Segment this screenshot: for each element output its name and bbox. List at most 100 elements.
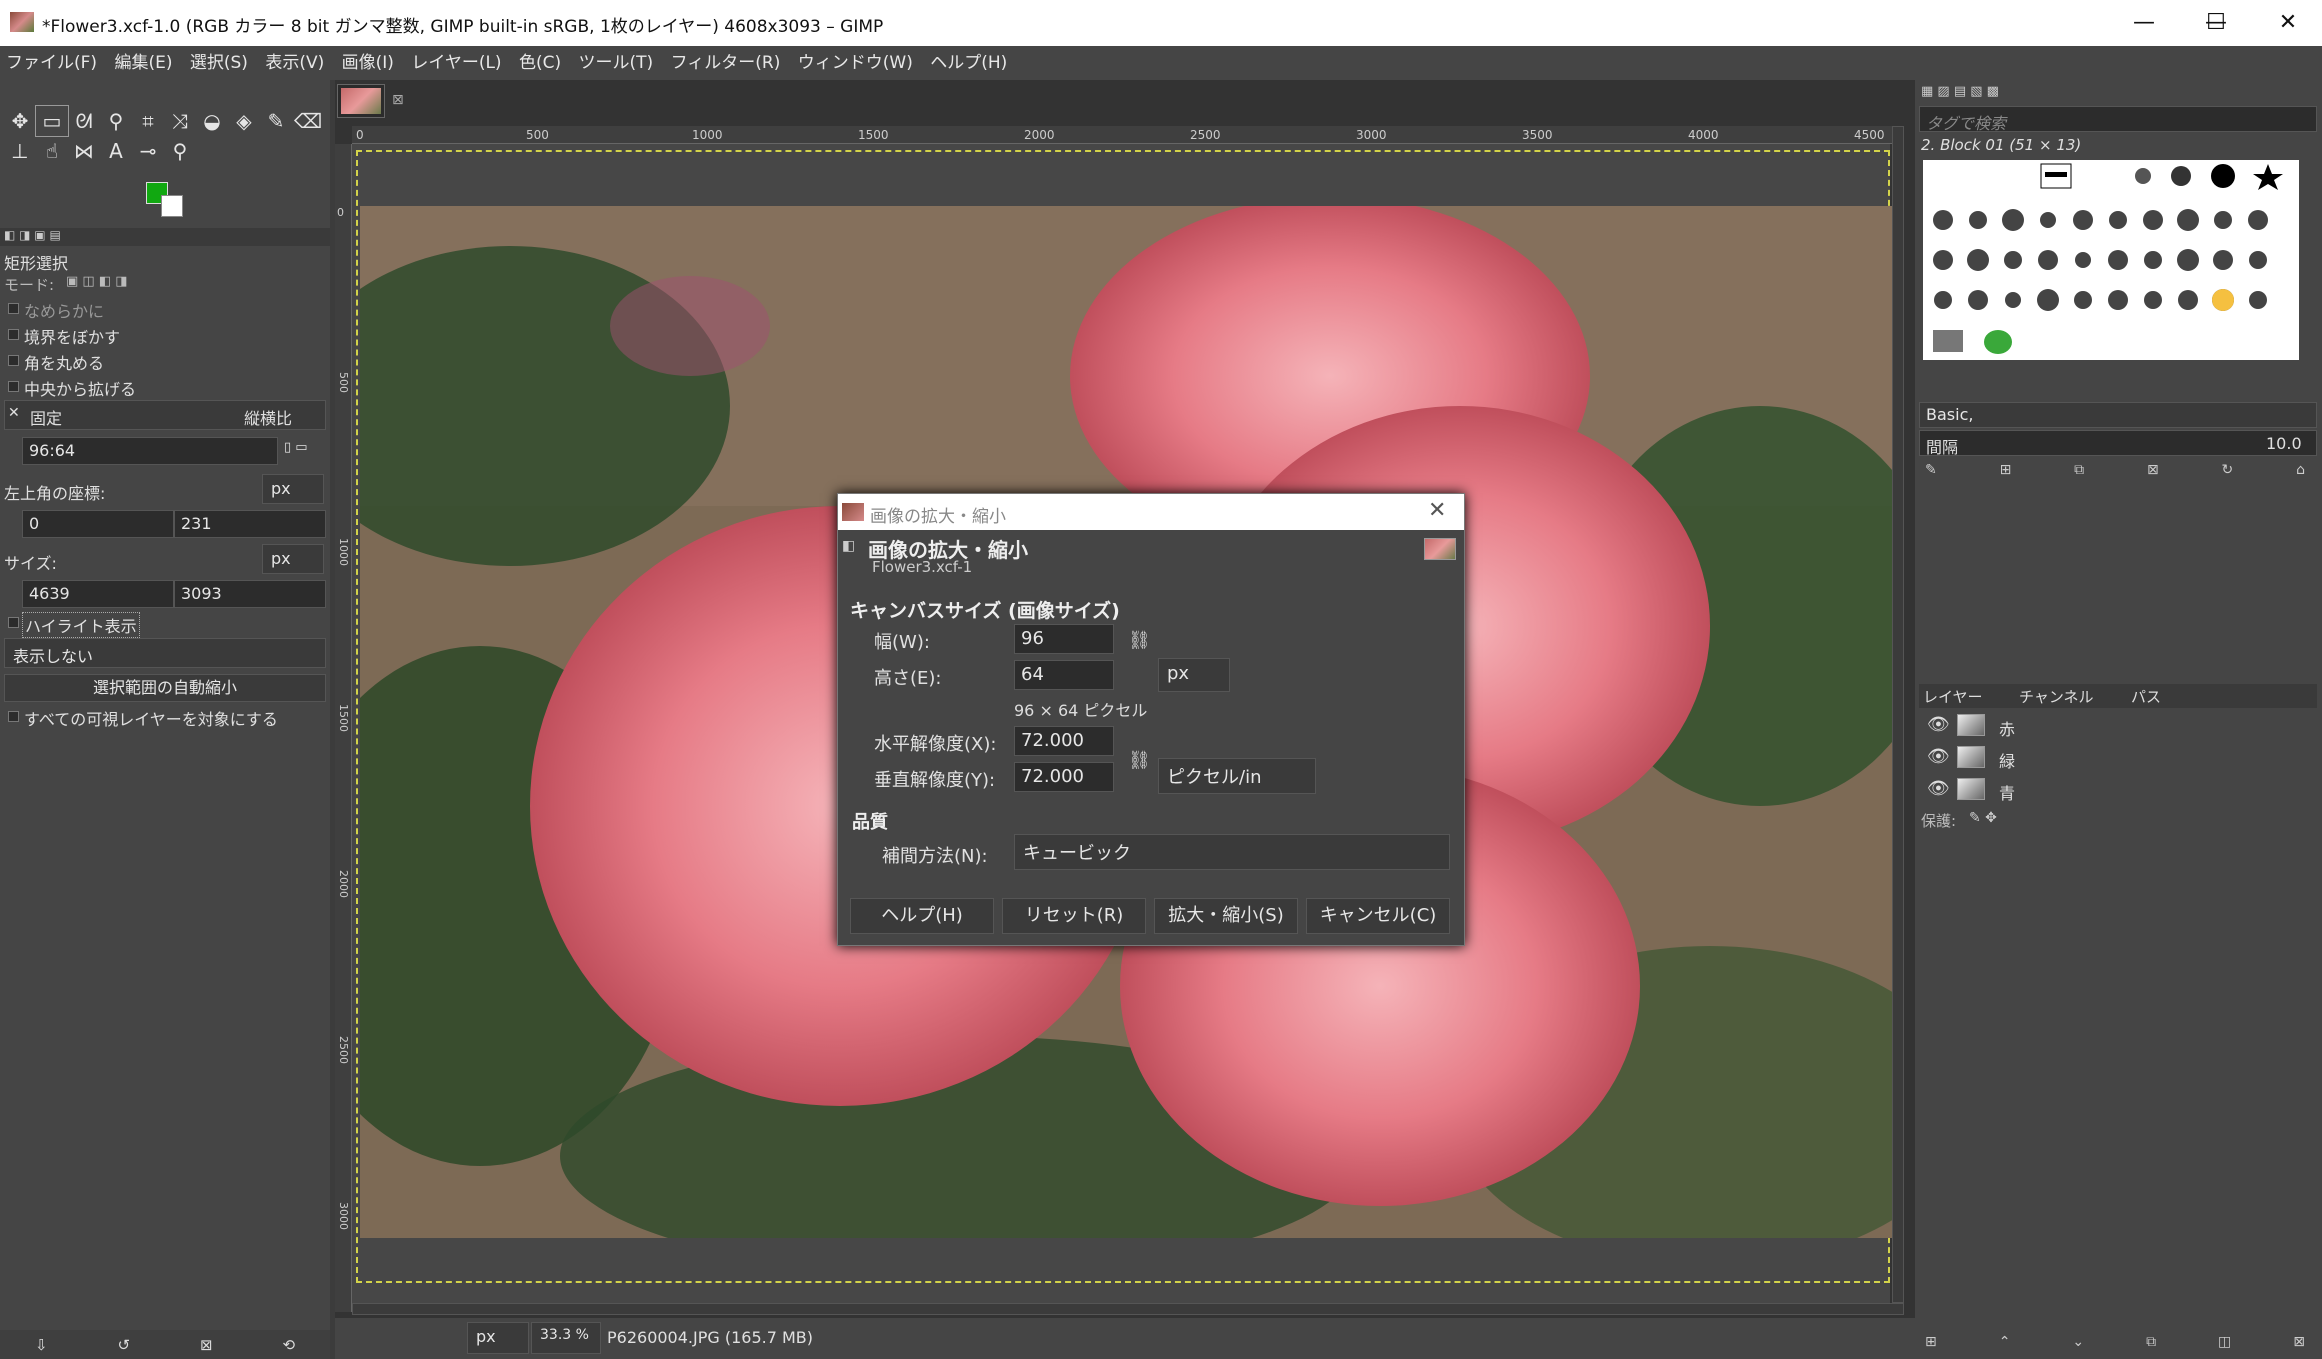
image-tab[interactable] — [337, 84, 385, 118]
width-input[interactable]: 96 — [1014, 624, 1114, 654]
delete-brush-icon[interactable]: ⊠ — [2147, 462, 2159, 478]
minimize-button[interactable]: — — [2110, 0, 2178, 46]
new-brush-icon[interactable]: ⊞ — [2000, 462, 2012, 478]
transform-tool-icon[interactable]: ⤨ — [164, 106, 196, 136]
menu-image[interactable]: 画像(I) — [336, 46, 400, 80]
rounded-checkbox[interactable] — [8, 355, 19, 366]
brush-preset-dropdown[interactable]: Basic, — [1919, 402, 2317, 428]
eraser-tool-icon[interactable]: ⌫ — [292, 106, 324, 136]
fixed-checkbox[interactable]: ✕ — [8, 405, 20, 421]
spacing-slider[interactable]: 間隔 10.0 — [1919, 430, 2317, 457]
open-brush-icon[interactable]: ⌂ — [2296, 462, 2305, 478]
text-tool-icon[interactable]: A — [100, 136, 132, 166]
horizontal-scrollbar[interactable] — [352, 1303, 1904, 1315]
menu-file[interactable]: ファイル(F) — [0, 46, 103, 80]
brush-grid[interactable] — [1923, 160, 2299, 360]
mode-buttons[interactable]: ▣ ◫ ◧ ◨ — [66, 274, 128, 289]
reset-options-icon[interactable]: ⟲ — [282, 1336, 295, 1354]
status-unit-dropdown[interactable]: px — [467, 1322, 529, 1354]
menu-tools[interactable]: ツール(T) — [573, 46, 660, 80]
menu-help[interactable]: ヘルプ(H) — [924, 46, 1013, 80]
ratio-input[interactable]: 96:64 — [22, 437, 278, 465]
lower-icon[interactable]: ⌄ — [2072, 1334, 2084, 1350]
delete-options-icon[interactable]: ⊠ — [200, 1336, 213, 1354]
channel-to-selection-icon[interactable]: ◫ — [2218, 1334, 2231, 1350]
delete-channel-icon[interactable]: ⊠ — [2293, 1334, 2305, 1350]
size-unit-dropdown[interactable]: px — [262, 544, 324, 574]
brush-tag-search[interactable]: タグで検索 — [1919, 106, 2317, 133]
layer-row[interactable]: 👁 青 — [1919, 774, 2317, 806]
move-tool-icon[interactable]: ✥ — [4, 106, 36, 136]
help-button[interactable]: ヘルプ(H) — [850, 898, 994, 934]
dialog-close-icon[interactable]: ✕ — [1428, 498, 1446, 523]
expand-center-checkbox[interactable] — [8, 381, 19, 392]
menu-select[interactable]: 選択(S) — [184, 46, 254, 80]
interp-dropdown[interactable]: キュービック — [1014, 834, 1450, 870]
visibility-eye-icon[interactable]: 👁 — [1927, 714, 1950, 735]
brush-dock-tabs[interactable]: ▦ ▨ ▤ ▧ ▩ — [1921, 84, 1999, 99]
position-x-input[interactable]: 0 — [22, 510, 174, 538]
paintbrush-tool-icon[interactable]: ✎ — [260, 106, 292, 136]
menu-edit[interactable]: 編集(E) — [108, 46, 178, 80]
res-chain-link-icon[interactable]: ⛓ — [1128, 750, 1151, 771]
close-button[interactable]: ✕ — [2254, 0, 2322, 46]
size-unit-dropdown[interactable]: px — [1158, 658, 1230, 692]
save-options-icon[interactable]: ⇩ — [35, 1336, 48, 1354]
yres-input[interactable]: 72.000 — [1014, 762, 1114, 792]
duplicate-channel-icon[interactable]: ⧉ — [2146, 1334, 2156, 1350]
rect-select-tool-icon[interactable]: ▭ — [35, 105, 69, 137]
image-tab-close-icon[interactable]: ⊠ — [392, 92, 404, 108]
maximize-button[interactable]: ☐ — [2182, 0, 2250, 46]
lasso-tool-icon[interactable]: ᘛ — [68, 106, 100, 136]
fixed-mode-dropdown[interactable]: 縦横比 — [244, 405, 292, 429]
menu-layer[interactable]: レイヤー(L) — [405, 46, 507, 80]
visibility-eye-icon[interactable]: 👁 — [1927, 746, 1950, 767]
tab-layers[interactable]: レイヤー — [1923, 686, 1983, 707]
reset-button[interactable]: リセット(R) — [1002, 898, 1146, 934]
new-channel-icon[interactable]: ⊞ — [1925, 1334, 1937, 1350]
visibility-eye-icon[interactable]: 👁 — [1927, 778, 1950, 799]
height-input[interactable]: 64 — [1014, 660, 1114, 690]
highlight-checkbox[interactable] — [8, 617, 19, 628]
menu-view[interactable]: 表示(V) — [259, 46, 330, 80]
scale-button[interactable]: 拡大・縮小(S) — [1154, 898, 1298, 934]
all-layers-checkbox[interactable] — [8, 711, 19, 722]
tab-channels[interactable]: チャンネル — [2019, 686, 2094, 707]
menu-color[interactable]: 色(C) — [513, 46, 567, 80]
layer-row[interactable]: 👁 赤 — [1919, 710, 2317, 742]
feather-checkbox[interactable] — [8, 329, 19, 340]
zoom-dropdown[interactable]: 33.3 % — [531, 1322, 601, 1354]
layer-row[interactable]: 👁 緑 — [1919, 742, 2317, 774]
xres-input[interactable]: 72.000 — [1014, 726, 1114, 756]
position-y-input[interactable]: 231 — [174, 510, 326, 538]
tab-paths[interactable]: パス — [2131, 686, 2161, 707]
refresh-brushes-icon[interactable]: ↻ — [2222, 462, 2234, 478]
crop-tool-icon[interactable]: ⌗ — [132, 106, 164, 136]
guides-dropdown[interactable]: 表示しない — [4, 638, 326, 668]
paths-tool-icon[interactable]: ⋈ — [68, 136, 100, 166]
restore-options-icon[interactable]: ↺ — [117, 1336, 130, 1354]
antialias-checkbox[interactable] — [8, 303, 19, 314]
orientation-icons[interactable]: ▯ ▭ — [284, 440, 308, 455]
chain-link-icon[interactable]: ⛓ — [1128, 630, 1151, 651]
position-unit-dropdown[interactable]: px — [262, 474, 324, 504]
res-unit-dropdown[interactable]: ピクセル/in — [1158, 758, 1316, 794]
cancel-button[interactable]: キャンセル(C) — [1306, 898, 1450, 934]
menu-windows[interactable]: ウィンドウ(W) — [792, 46, 919, 80]
tool-options-tabs[interactable]: ◧ ◨ ▣ ▤ — [0, 228, 330, 246]
bucket-fill-tool-icon[interactable]: ◈ — [228, 106, 260, 136]
background-color-swatch[interactable] — [161, 195, 183, 217]
menu-filters[interactable]: フィルター(R) — [665, 46, 787, 80]
fuzzy-select-tool-icon[interactable]: ⚲ — [100, 106, 132, 136]
autoshrink-button[interactable]: 選択範囲の自動縮小 — [4, 674, 326, 702]
color-picker-tool-icon[interactable]: ⊸ — [132, 136, 164, 166]
lock-icons[interactable]: ✎ ✥ — [1969, 810, 1997, 826]
duplicate-brush-icon[interactable]: ⧉ — [2074, 462, 2084, 478]
zoom-tool-icon[interactable]: ⚲ — [164, 136, 196, 166]
vertical-scrollbar[interactable] — [1892, 126, 1904, 1303]
smudge-tool-icon[interactable]: ☝ — [36, 136, 68, 166]
clone-tool-icon[interactable]: ⊥ — [4, 136, 36, 166]
raise-icon[interactable]: ⌃ — [1999, 1334, 2011, 1350]
warp-tool-icon[interactable]: ◒ — [196, 106, 228, 136]
size-w-input[interactable]: 4639 — [22, 580, 174, 608]
